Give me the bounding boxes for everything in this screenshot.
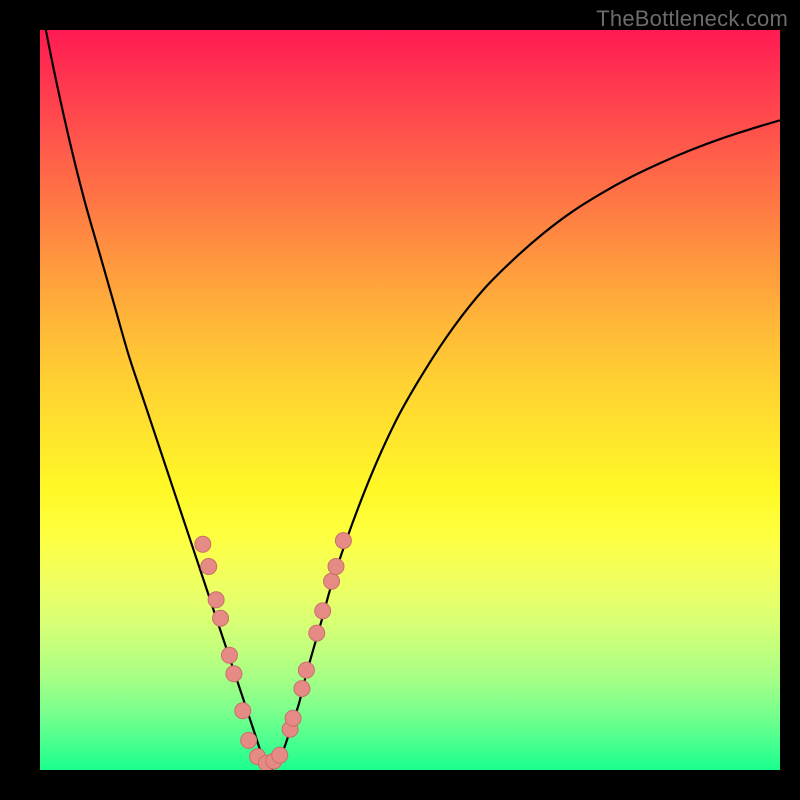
data-point-marker <box>201 559 217 575</box>
data-point-marker <box>335 533 351 549</box>
data-point-marker <box>272 747 288 763</box>
data-point-marker <box>195 536 211 552</box>
data-point-marker <box>285 710 301 726</box>
curve-markers <box>195 533 352 770</box>
data-point-marker <box>309 625 325 641</box>
data-point-marker <box>298 662 314 678</box>
watermark-text: TheBottleneck.com <box>596 6 788 32</box>
data-point-marker <box>226 666 242 682</box>
data-point-marker <box>241 732 257 748</box>
bottleneck-curve <box>40 30 780 770</box>
plot-area <box>40 30 780 770</box>
data-point-marker <box>328 559 344 575</box>
curve-svg <box>40 30 780 770</box>
chart-frame: TheBottleneck.com <box>0 0 800 800</box>
data-point-marker <box>235 703 251 719</box>
data-point-marker <box>213 610 229 626</box>
data-point-marker <box>208 592 224 608</box>
data-point-marker <box>315 603 331 619</box>
data-point-marker <box>294 681 310 697</box>
data-point-marker <box>221 647 237 663</box>
data-point-marker <box>324 573 340 589</box>
